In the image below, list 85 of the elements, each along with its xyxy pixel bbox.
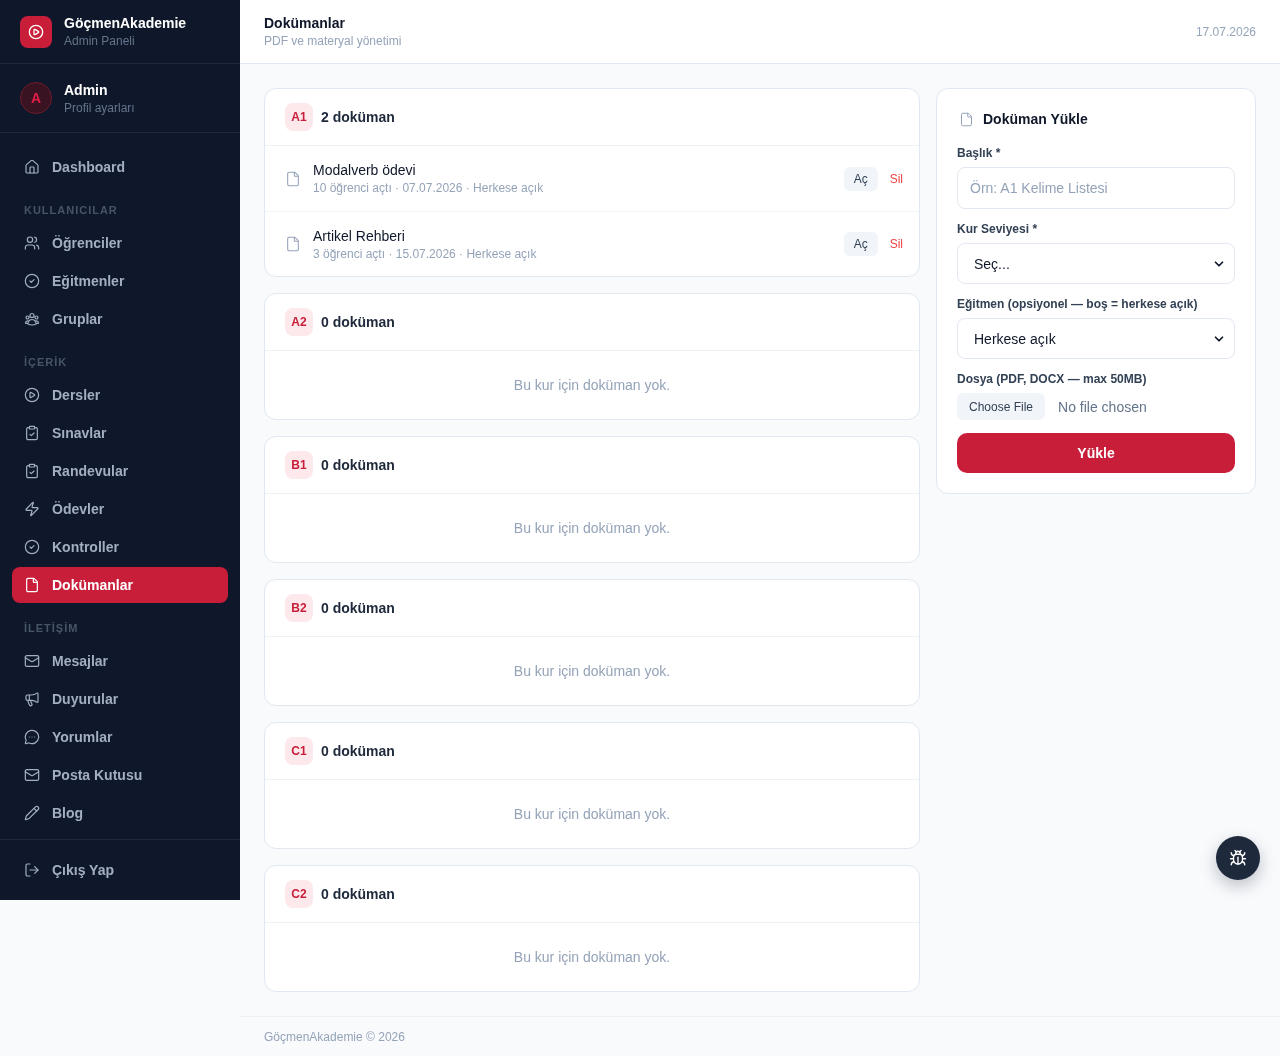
nav-section-heading: İLETİŞİM — [23, 621, 80, 636]
brand-title: GöçmenAkademie — [64, 14, 187, 32]
level-badge: A2 — [285, 308, 313, 336]
level-badge: A1 — [285, 103, 313, 131]
document-count: 2 doküman — [321, 109, 395, 125]
delete-button[interactable]: Sil — [889, 237, 903, 251]
field-label: Dosya (PDF, DOCX — max 50MB) — [957, 371, 1148, 387]
document-meta: 3 öğrenci açtı · 15.07.2026 · Herkese açık — [313, 245, 538, 262]
check-circle-icon — [24, 273, 40, 289]
pencil-icon — [24, 805, 40, 821]
bug-icon — [1229, 849, 1247, 867]
nav-item[interactable]: Gruplar — [12, 301, 228, 337]
nav-item[interactable]: Öğrenciler — [12, 225, 228, 261]
empty-state-text: Bu kur için doküman yok. — [512, 376, 672, 395]
profile-name: Admin — [64, 80, 109, 99]
field-label: Başlık * — [957, 145, 1002, 161]
nav-item[interactable]: Posta Kutusu — [12, 757, 228, 793]
page-subtitle: PDF ve materyal yönetimi — [264, 33, 402, 49]
page-title: Dokümanlar — [264, 14, 346, 32]
nav-item[interactable]: Dersler — [12, 377, 228, 413]
nav-item[interactable]: Yorumlar — [12, 719, 228, 755]
avatar: A — [20, 82, 52, 114]
nav-item[interactable]: Ödevler — [12, 491, 228, 527]
envelope-icon — [24, 767, 40, 783]
upload-title: Doküman Yükle — [983, 111, 1088, 127]
document-title: Artikel Rehberi — [313, 226, 406, 245]
upload-button[interactable]: Yükle — [957, 433, 1235, 473]
footer-text: GöçmenAkademie © 2026 — [264, 1030, 405, 1044]
nav-item[interactable]: Dashboard — [12, 149, 228, 185]
select-field[interactable]: Seç... — [957, 243, 1235, 284]
empty-state-text: Bu kur için doküman yok. — [512, 662, 672, 681]
document-count: 0 doküman — [321, 457, 395, 473]
choose-file-button[interactable]: Choose File — [957, 393, 1046, 420]
nav-section-heading: KULLANICILAR — [23, 203, 119, 218]
users-icon — [24, 235, 40, 251]
file-status-text: No file chosen — [1058, 398, 1147, 415]
empty-state-text: Bu kur için doküman yok. — [512, 948, 672, 967]
nav-item[interactable]: Mesajlar — [12, 643, 228, 679]
open-button[interactable]: Aç — [843, 232, 878, 256]
level-badge: C2 — [285, 880, 313, 908]
level-badge: B1 — [285, 451, 313, 479]
select-field[interactable]: Herkese açık — [957, 318, 1235, 359]
document-meta: 10 öğrenci açtı · 07.07.2026 · Herkese açık — [313, 180, 545, 196]
document-icon — [959, 111, 974, 127]
logo-icon — [20, 15, 52, 48]
nav-item[interactable]: Kontroller — [12, 529, 228, 565]
home-icon — [24, 159, 40, 175]
nav-item[interactable]: Blog — [12, 795, 228, 831]
empty-state-text: Bu kur için doküman yok. — [512, 805, 672, 824]
nav-item[interactable]: Randevular — [12, 453, 228, 489]
document-icon — [285, 170, 301, 187]
play-circle-icon — [24, 387, 40, 403]
nav-item[interactable]: Dokümanlar — [12, 567, 228, 603]
check-circle-icon — [24, 539, 40, 555]
nav-item[interactable]: Duyurular — [12, 681, 228, 717]
brand-subtitle: Admin Paneli — [64, 33, 136, 49]
nav-section-heading: İÇERİK — [23, 355, 69, 370]
level-badge: B2 — [285, 594, 313, 622]
field-label: Kur Seviyesi * — [957, 221, 1039, 237]
logout-button[interactable]: Çıkış Yap — [12, 852, 228, 888]
open-button[interactable]: Aç — [843, 166, 878, 191]
chat-bubble-icon — [24, 729, 40, 745]
document-count: 0 doküman — [321, 743, 395, 759]
document-icon — [285, 236, 301, 252]
user-group-icon — [24, 311, 40, 327]
logout-icon — [24, 862, 40, 878]
document-count: 0 doküman — [321, 600, 395, 616]
delete-button[interactable]: Sil — [889, 171, 903, 186]
document-icon — [24, 577, 40, 593]
clipboard-check-icon — [24, 463, 40, 479]
document-count: 0 doküman — [321, 886, 395, 902]
clipboard-check-icon — [24, 425, 40, 441]
envelope-icon — [24, 653, 40, 669]
document-title: Modalverb ödevi — [313, 161, 417, 179]
level-badge: C1 — [285, 737, 313, 765]
megaphone-icon — [24, 691, 40, 707]
document-count: 0 doküman — [321, 314, 395, 330]
field-label: Eğitmen (opsiyonel — boş = herkese açık) — [957, 296, 1199, 312]
title-input-field[interactable]: Örn: A1 Kelime Listesi — [957, 167, 1235, 209]
nav-item[interactable]: Eğitmenler — [12, 263, 228, 299]
nav-item[interactable]: Sınavlar — [12, 415, 228, 451]
profile-settings-link[interactable]: Profil ayarları — [64, 99, 135, 116]
date-text: 17.07.2026 — [1195, 24, 1256, 39]
lightning-icon — [24, 501, 40, 517]
empty-state-text: Bu kur için doküman yok. — [512, 519, 672, 538]
